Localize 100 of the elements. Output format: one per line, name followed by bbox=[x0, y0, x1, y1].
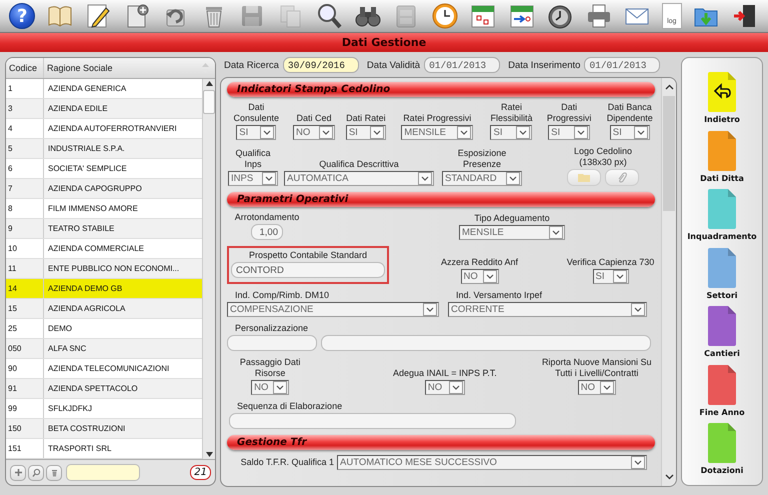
dropdown[interactable]: AUTOMATICO MESE SUCCESSIVO bbox=[337, 455, 647, 470]
table-cell: 11 bbox=[6, 259, 44, 278]
field-label: Dati Ratei bbox=[346, 113, 386, 124]
table-row[interactable]: 7 AZIENDA CAPOGRUPPO bbox=[6, 179, 202, 199]
dropdown[interactable]: STANDARD bbox=[442, 171, 522, 186]
dropdown[interactable]: NO bbox=[424, 380, 465, 395]
table-cell-text: TRASPORTI SRL bbox=[47, 444, 112, 453]
text-field[interactable]: CONTORD bbox=[231, 262, 385, 278]
text-field[interactable]: 1,00 bbox=[251, 224, 283, 240]
table-row[interactable]: 151 TRASPORTI SRL bbox=[6, 439, 202, 459]
column-header[interactable]: Ragione Sociale bbox=[44, 58, 215, 78]
filter-field[interactable] bbox=[66, 464, 140, 481]
field-label: Sequenza di Elaborazione bbox=[236, 401, 342, 412]
paperclip-icon bbox=[617, 172, 627, 184]
table-row[interactable]: 150 BETA COSTRUZIONI bbox=[6, 419, 202, 439]
table-cell-text: BETA COSTRUZIONI bbox=[47, 424, 126, 433]
scroll-up-icon[interactable] bbox=[206, 81, 212, 86]
text-field[interactable] bbox=[227, 335, 317, 351]
section-header: Parametri Operativi bbox=[227, 192, 655, 207]
table-row[interactable]: 3 AZIENDA EDILE bbox=[6, 99, 202, 119]
field-label: Qualifica Descrittiva bbox=[319, 159, 399, 170]
chevron-down-icon bbox=[370, 126, 384, 139]
scrollbar[interactable] bbox=[661, 78, 676, 486]
table-row[interactable]: 11 ENTE PUBBLICO NON ECONOMI... bbox=[6, 259, 202, 279]
dropdown[interactable]: SI bbox=[548, 125, 590, 140]
table-row[interactable]: 050 ALFA SNC bbox=[6, 339, 202, 359]
table-cell: 7 bbox=[6, 179, 44, 198]
chevron-down-icon bbox=[634, 126, 648, 139]
table-row[interactable]: 5 INDUSTRIALE S.P.A. bbox=[6, 139, 202, 159]
chevron-down-icon bbox=[418, 172, 432, 185]
scroll-down-icon[interactable] bbox=[206, 452, 212, 457]
nav-button[interactable]: Dati Ditta bbox=[700, 130, 744, 189]
table-cell-text: ALFA SNC bbox=[47, 344, 86, 353]
table-cell: 150 bbox=[6, 419, 44, 438]
field-label: Data Inserimento bbox=[508, 60, 580, 70]
search-icon[interactable] bbox=[315, 2, 344, 30]
add-button[interactable] bbox=[10, 464, 26, 480]
table-row[interactable]: 14 AZIENDA DEMO GB bbox=[6, 279, 202, 299]
date-field[interactable]: 30/09/2016 bbox=[282, 57, 359, 73]
chevron-down-icon bbox=[273, 381, 288, 394]
chevron-down-icon bbox=[600, 381, 614, 394]
delete-button[interactable] bbox=[46, 464, 62, 480]
column-header[interactable]: Codice bbox=[6, 58, 44, 78]
text-field[interactable] bbox=[321, 335, 651, 351]
search-button[interactable] bbox=[28, 464, 44, 480]
chevron-down-icon bbox=[319, 126, 334, 139]
date-field[interactable]: 01/01/2013 bbox=[424, 57, 500, 73]
folder-icon bbox=[578, 173, 590, 182]
table-cell-text: AZIENDA EDILE bbox=[47, 104, 108, 113]
scroll-down-icon[interactable] bbox=[664, 474, 674, 480]
dropdown[interactable]: NO bbox=[293, 125, 336, 140]
dropdown[interactable]: MENSILE bbox=[401, 125, 474, 140]
nav-button[interactable]: Cantieri bbox=[704, 306, 740, 364]
nav-button[interactable]: Indietro bbox=[704, 72, 740, 130]
dropdown[interactable]: NO bbox=[460, 269, 498, 284]
dropdown[interactable]: MENSILE bbox=[459, 225, 565, 240]
scroll-up-icon[interactable] bbox=[664, 84, 674, 90]
table-cell: 9 bbox=[6, 219, 44, 238]
field-label: Ind. Versamento Irpef bbox=[455, 290, 542, 301]
nav-button[interactable]: Dotazioni bbox=[700, 423, 744, 482]
dropdown[interactable]: CORRENTE bbox=[448, 302, 647, 317]
table-row[interactable]: 15 AZIENDA AGRICOLA bbox=[6, 299, 202, 319]
dropdown[interactable]: NO bbox=[578, 380, 616, 395]
scroll-thumb[interactable] bbox=[203, 90, 215, 114]
attach-button[interactable] bbox=[605, 169, 639, 186]
chevron-down-icon bbox=[448, 381, 463, 394]
dropdown[interactable]: SI bbox=[490, 125, 532, 140]
table-cell: 1 bbox=[6, 79, 44, 98]
table-cell-text: DEMO bbox=[47, 324, 72, 333]
chevron-down-icon bbox=[574, 126, 588, 139]
nav-button[interactable]: Fine Anno bbox=[699, 364, 745, 423]
dropdown[interactable]: SI bbox=[592, 269, 628, 284]
table-cell: 050 bbox=[6, 339, 44, 358]
nav-button[interactable]: Settori bbox=[706, 248, 738, 306]
section-header: Gestione Tfr bbox=[227, 435, 655, 450]
dropdown[interactable]: INPS bbox=[228, 171, 278, 186]
field-label: Qualifica Inps bbox=[234, 148, 272, 170]
dropdown[interactable]: COMPENSAZIONE bbox=[227, 302, 439, 317]
dropdown[interactable]: SI bbox=[346, 125, 386, 140]
field-label: Logo Cedolino (138x30 px) bbox=[572, 146, 634, 168]
field-label: Ratei Flessibilità bbox=[489, 102, 534, 124]
dropdown[interactable]: SI bbox=[610, 125, 650, 140]
field-label: Data Ricerca bbox=[224, 60, 279, 70]
dropdown[interactable]: AUTOMATICA bbox=[284, 171, 434, 186]
scrollbar[interactable] bbox=[202, 79, 215, 459]
date-field[interactable]: 01/01/2013 bbox=[584, 57, 660, 73]
dropdown[interactable]: SI bbox=[236, 125, 276, 140]
table-cell: 10 bbox=[6, 239, 44, 258]
nav-button[interactable]: Inquadramento bbox=[687, 189, 757, 248]
field-label: Dati Banca Dipendente bbox=[606, 102, 654, 124]
scroll-thumb[interactable] bbox=[663, 96, 675, 211]
table-cell-text: AZIENDA SPETTACOLO bbox=[47, 384, 138, 393]
table-cell: 91 bbox=[6, 379, 44, 398]
field-label: Dati Ced bbox=[296, 113, 332, 124]
field-label: Adegua INAIL = INPS P.T. bbox=[392, 368, 497, 379]
dropdown[interactable]: NO bbox=[251, 380, 290, 395]
text-field[interactable] bbox=[229, 413, 516, 429]
table-row[interactable]: 91 AZIENDA SPETTACOLO bbox=[6, 379, 202, 399]
field-label: Dati Consulente bbox=[232, 102, 280, 124]
table-row[interactable]: 9 TEATRO STABILE bbox=[6, 219, 202, 239]
